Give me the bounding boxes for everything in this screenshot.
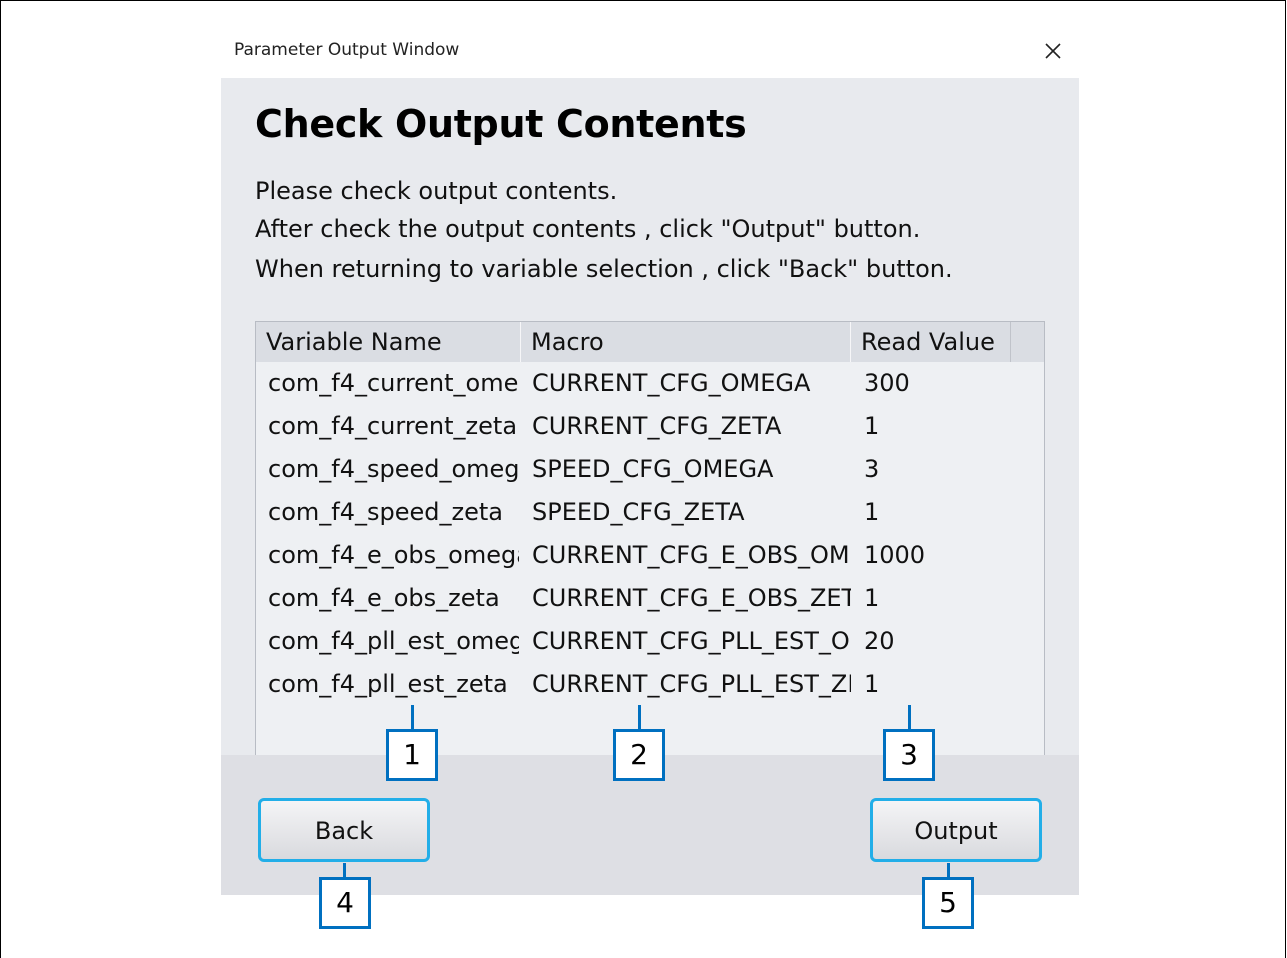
callout-2: 2 <box>613 729 665 781</box>
read-value-cell: 1 <box>864 498 880 526</box>
variable-name-cell: com_f4_speed_omega <box>268 455 519 483</box>
figure-frame: Parameter Output Window Check Output Con… <box>0 0 1286 958</box>
instruction-line: When returning to variable selection , c… <box>255 255 953 283</box>
instruction-line: Please check output contents. <box>255 177 618 205</box>
table-row[interactable]: com_f4_pll_est_omega CURRENT_CFG_PLL_EST… <box>256 620 1044 663</box>
table-row[interactable]: com_f4_current_zeta CURRENT_CFG_ZETA 1 <box>256 405 1044 448</box>
variable-name-cell: com_f4_speed_zeta <box>268 498 503 526</box>
read-value-cell: 3 <box>864 455 880 483</box>
variable-name-cell: com_f4_pll_est_omega <box>268 627 519 655</box>
page-title: Check Output Contents <box>255 102 747 146</box>
output-button[interactable]: Output <box>870 798 1042 862</box>
read-value-cell: 1000 <box>864 541 926 569</box>
read-value-cell: 300 <box>864 369 910 397</box>
macro-cell: CURRENT_CFG_E_OBS_ZETA <box>532 584 851 612</box>
variable-name-cell: com_f4_pll_est_zeta <box>268 670 508 698</box>
macro-cell: CURRENT_CFG_ZETA <box>532 412 782 440</box>
table-row[interactable]: com_f4_current_omega CURRENT_CFG_OMEGA 3… <box>256 362 1044 405</box>
table-row[interactable]: com_f4_e_obs_omega CURRENT_CFG_E_OBS_OME… <box>256 534 1044 577</box>
variable-name-cell: com_f4_current_omega <box>268 369 519 397</box>
macro-cell: CURRENT_CFG_E_OBS_OMEGA <box>532 541 851 569</box>
read-value-cell: 1 <box>864 670 880 698</box>
macro-cell: CURRENT_CFG_PLL_EST_OMEGA <box>532 627 851 655</box>
callout-4: 4 <box>319 877 371 929</box>
content-panel: Check Output Contents Please check outpu… <box>221 78 1079 756</box>
table-row[interactable]: com_f4_speed_omega SPEED_CFG_OMEGA 3 <box>256 448 1044 491</box>
table-body: com_f4_current_omega CURRENT_CFG_OMEGA 3… <box>256 362 1044 707</box>
macro-cell: SPEED_CFG_OMEGA <box>532 455 774 483</box>
variable-name-cell: com_f4_e_obs_omega <box>268 541 519 569</box>
column-header-macro[interactable]: Macro <box>521 322 851 362</box>
table-row[interactable]: com_f4_pll_est_zeta CURRENT_CFG_PLL_EST_… <box>256 663 1044 706</box>
variable-name-cell: com_f4_current_zeta <box>268 412 518 440</box>
variable-name-cell: com_f4_e_obs_zeta <box>268 584 500 612</box>
macro-cell: CURRENT_CFG_PLL_EST_ZETA <box>532 670 851 698</box>
read-value-cell: 1 <box>864 412 880 440</box>
callout-1: 1 <box>386 729 438 781</box>
column-header-variable-name[interactable]: Variable Name <box>256 322 521 362</box>
macro-cell: CURRENT_CFG_OMEGA <box>532 369 811 397</box>
read-value-cell: 1 <box>864 584 880 612</box>
table-row[interactable]: com_f4_speed_zeta SPEED_CFG_ZETA 1 <box>256 491 1044 534</box>
callout-5: 5 <box>922 877 974 929</box>
back-button[interactable]: Back <box>258 798 430 862</box>
instruction-line: After check the output contents , click … <box>255 215 921 243</box>
macro-cell: SPEED_CFG_ZETA <box>532 498 745 526</box>
table-header: Variable Name Macro Read Value <box>256 322 1044 362</box>
output-contents-table[interactable]: Variable Name Macro Read Value com_f4_cu… <box>255 321 1045 756</box>
window-title: Parameter Output Window <box>234 40 460 60</box>
read-value-cell: 20 <box>864 627 895 655</box>
column-header-read-value[interactable]: Read Value <box>851 322 1011 362</box>
table-row[interactable]: com_f4_e_obs_zeta CURRENT_CFG_E_OBS_ZETA… <box>256 577 1044 620</box>
callout-3: 3 <box>883 729 935 781</box>
close-icon[interactable] <box>1039 37 1067 65</box>
